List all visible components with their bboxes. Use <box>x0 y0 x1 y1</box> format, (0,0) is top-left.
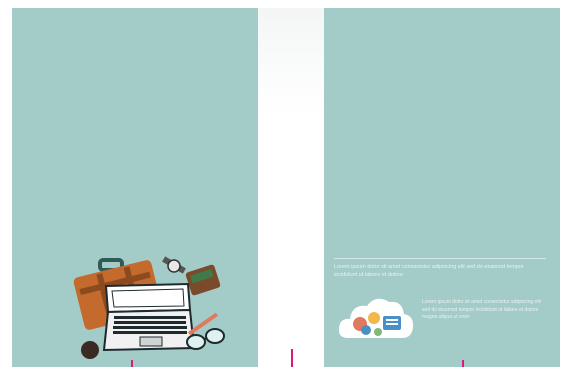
crop-mark-center <box>291 349 293 367</box>
watch-icon <box>162 256 186 274</box>
cloud-network-icon <box>338 298 414 338</box>
crop-mark-right <box>462 360 464 367</box>
left-page <box>12 8 258 367</box>
travel-laptop-briefcase-illustration <box>73 256 225 359</box>
laptop-icon <box>102 282 196 352</box>
caption-text: Lorem ipsum dolor sit amet consectetur a… <box>334 264 524 278</box>
page-gutter <box>258 8 324 367</box>
wallet-icon <box>185 264 221 296</box>
coffee-cup-icon <box>81 341 99 359</box>
body-text: Lorem ipsum dolor sit amet consectetur a… <box>422 299 541 320</box>
right-page: Lorem ipsum dolor sit amet consectetur a… <box>324 8 560 367</box>
section-divider <box>334 258 546 259</box>
crop-mark-left <box>131 360 133 367</box>
